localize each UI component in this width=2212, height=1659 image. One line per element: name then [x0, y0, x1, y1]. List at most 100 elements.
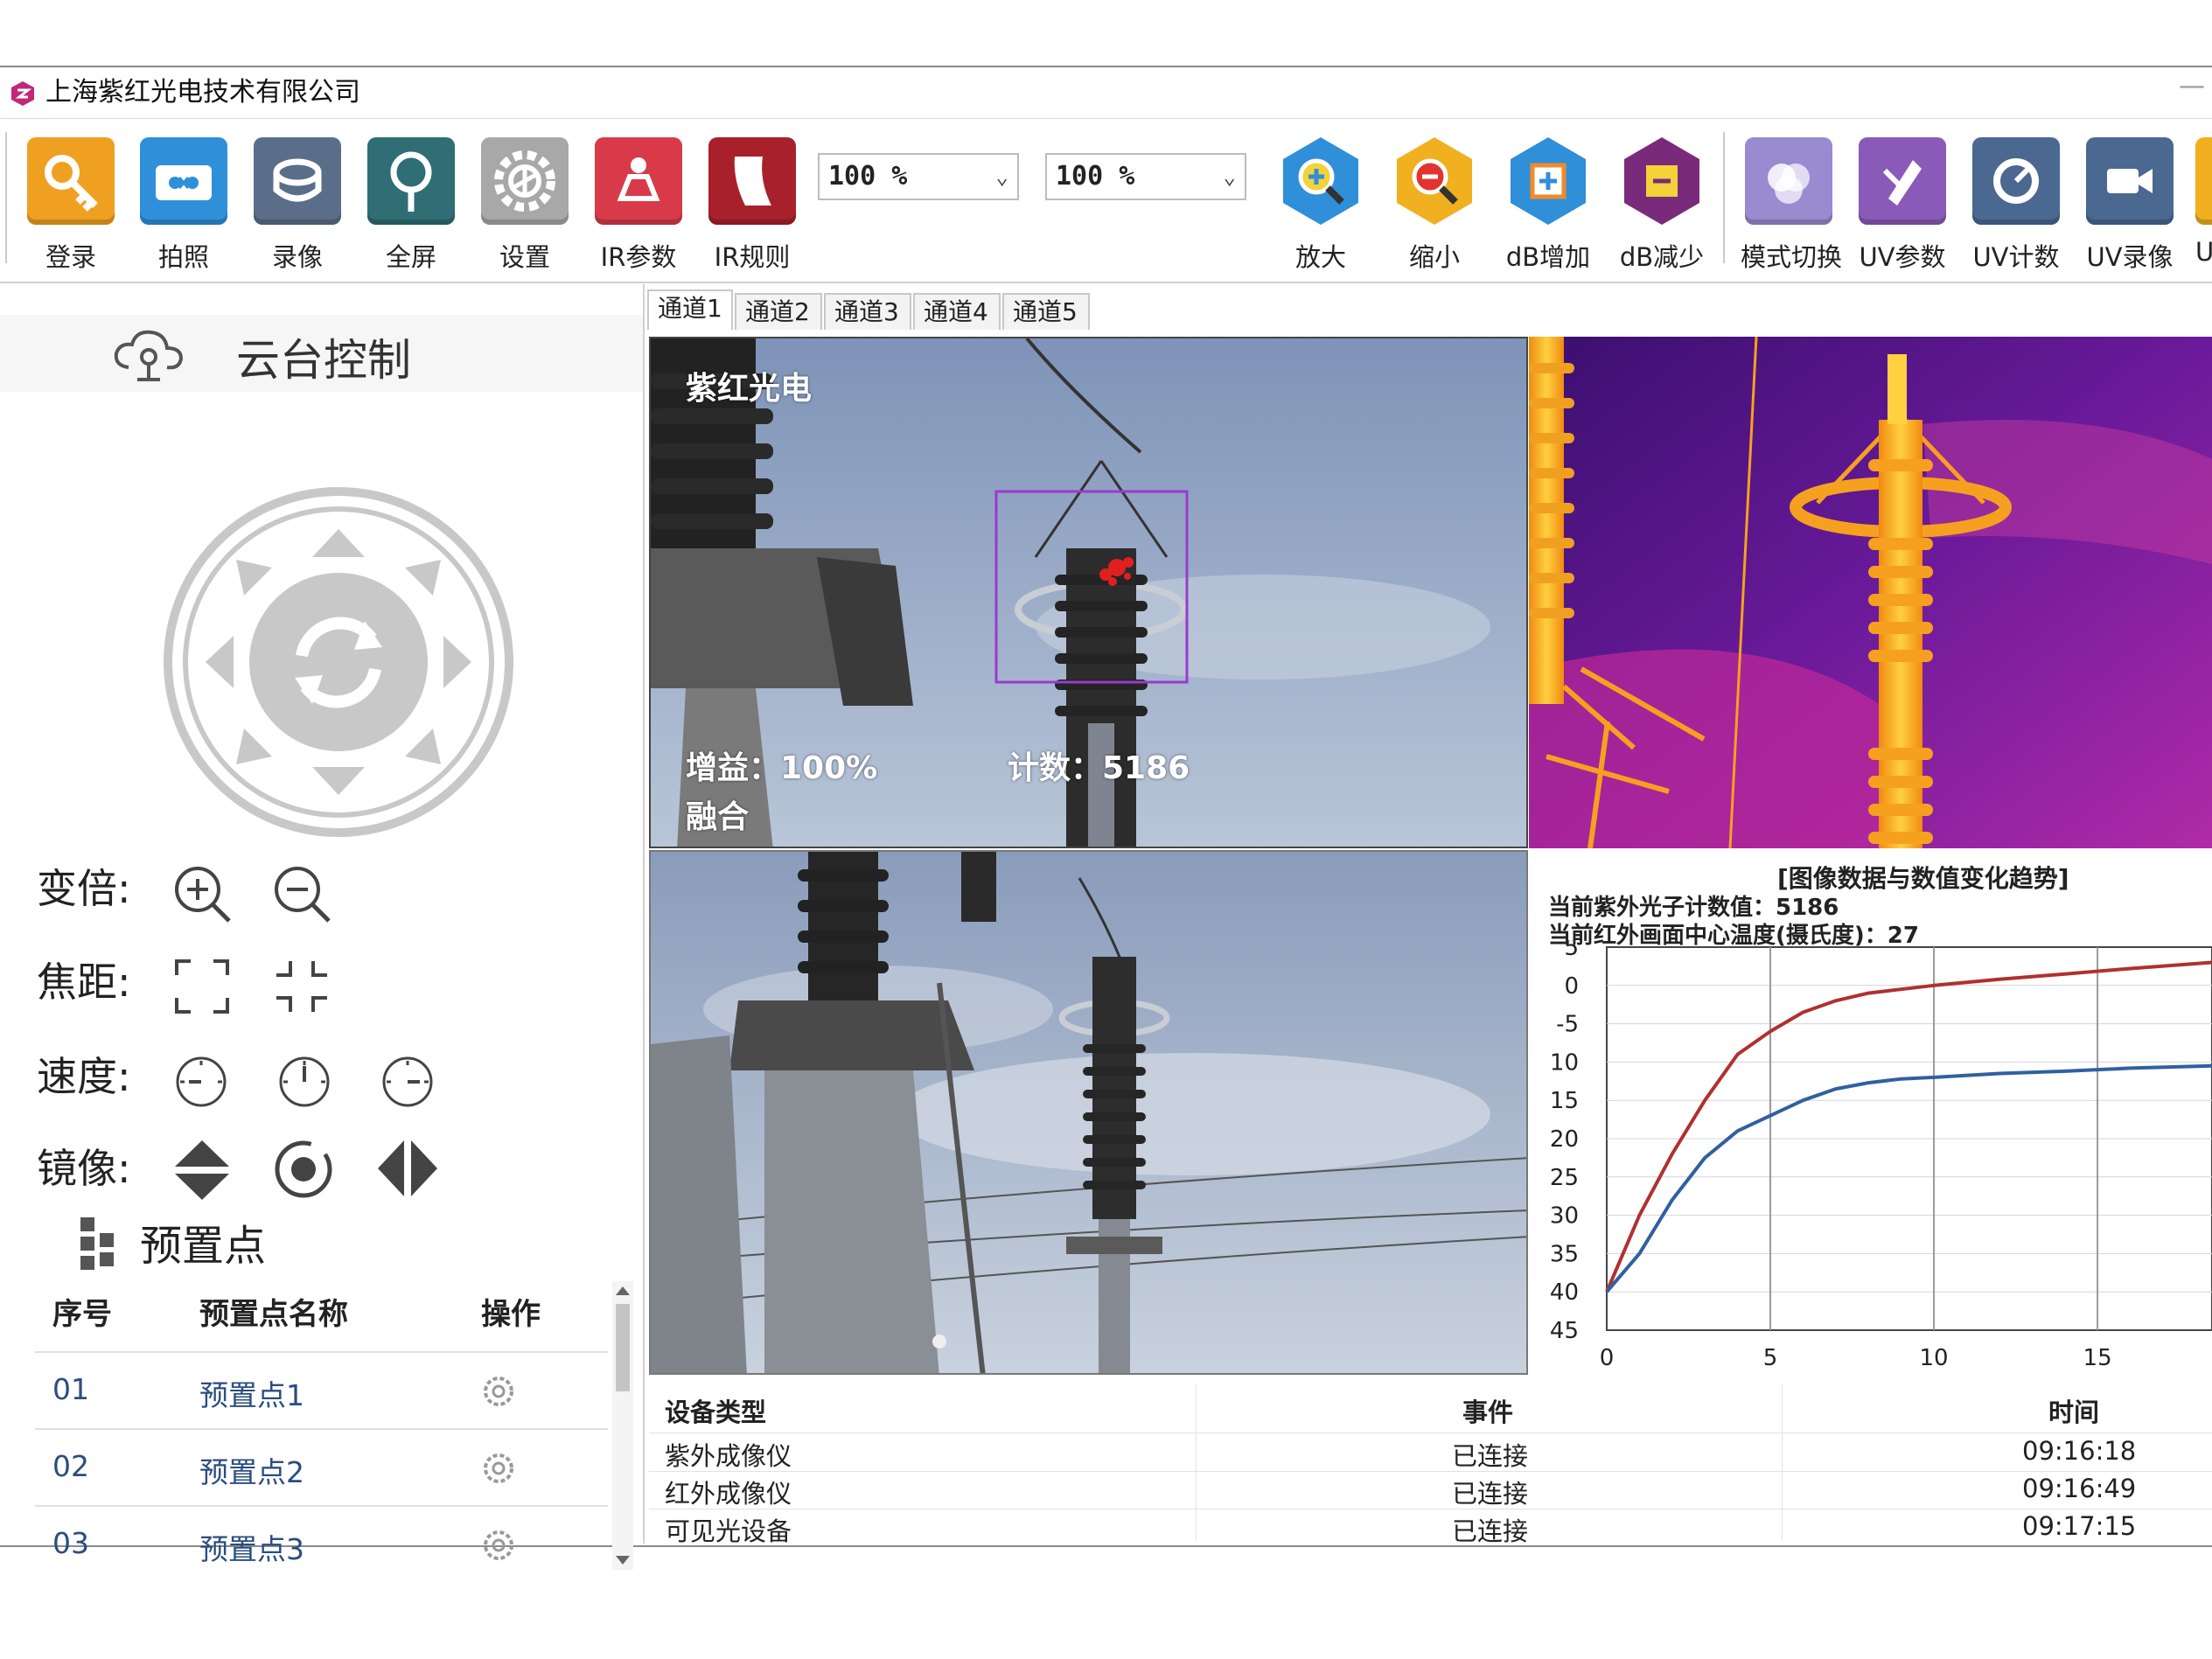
preset-no: 03 [52, 1526, 89, 1560]
tab-channel-1[interactable]: 通道1 [647, 289, 733, 330]
visible-video-view[interactable] [649, 850, 1528, 1375]
y-tick-label: 25 [1550, 1165, 1579, 1191]
db-decrease-icon [1624, 137, 1699, 225]
scroll-thumb[interactable] [616, 1304, 630, 1391]
ptz-direction-pad[interactable] [162, 485, 516, 840]
preset-name[interactable]: 预置点2 [199, 1449, 304, 1491]
flip-horizontal-icon[interactable] [374, 1137, 441, 1200]
preset-row[interactable]: 02 预置点2 [35, 1430, 608, 1507]
zoom-in-button[interactable]: 放大 [1273, 137, 1369, 274]
fullscreen-label: 全屏 [385, 242, 436, 272]
preset-row[interactable]: 01 预置点1 [35, 1353, 608, 1430]
fullscreen-icon [367, 137, 455, 225]
record-icon [254, 137, 341, 225]
minimize-button[interactable]: — [2179, 71, 2205, 101]
event-status: 已连接 [1452, 1479, 1529, 1509]
mode-switch-icon [1745, 137, 1832, 225]
y-tick-label: 35 [1550, 1241, 1579, 1267]
preset-row[interactable]: 03 预置点3 [35, 1507, 608, 1582]
tab-channel-2[interactable]: 通道2 [735, 293, 822, 330]
zoom-select-2[interactable]: 100 % ⌄ [1045, 153, 1246, 200]
count-text: 计数：5186 [1008, 750, 1190, 786]
focus-far-icon[interactable] [273, 958, 331, 1015]
preset-scrollbar[interactable] [612, 1281, 633, 1570]
snapshot-button[interactable]: 拍照 [136, 137, 232, 274]
preset-name[interactable]: 预置点3 [199, 1526, 304, 1568]
speed-slow-icon[interactable] [173, 1054, 229, 1110]
db-decrease-button[interactable]: dB减少 [1614, 137, 1710, 274]
event-col-divider [1196, 1384, 1197, 1541]
y-tick-label: 10 [1550, 1049, 1579, 1076]
tab-channel-4[interactable]: 通道4 [913, 293, 1001, 330]
gain-text: 增益：100% [686, 750, 878, 786]
ir-rules-button[interactable]: IR规则 [704, 137, 800, 274]
uv-count-button[interactable]: UV计数 [1968, 137, 2064, 274]
login-button[interactable]: 登录 [23, 137, 119, 274]
zoom-out-button[interactable]: 缩小 [1386, 137, 1483, 274]
preset-no: 02 [52, 1449, 89, 1483]
zoom-select-1[interactable]: 100 % ⌄ [818, 153, 1019, 200]
speed-medium-icon[interactable] [276, 1054, 332, 1110]
db-increase-label: dB增加 [1505, 242, 1591, 272]
uv-params-label: UV参数 [1859, 242, 1946, 272]
preset-gear-icon[interactable] [481, 1374, 516, 1409]
mode-switch-button[interactable]: 模式切换 [1741, 137, 1843, 274]
preset-title: 预置点 [140, 1222, 267, 1271]
mode-switch-label: 模式切换 [1741, 242, 1843, 272]
snapshot-label: 拍照 [157, 242, 209, 272]
speed-label: 速度: [37, 1053, 131, 1100]
uv-count-label: UV计数 [1972, 242, 2060, 272]
x-tick-label: 0 [1600, 1345, 1615, 1371]
trend-chart-panel: [图像数据与数值变化趋势] 当前紫外光子计数值：5186 当前红外画面中心温度(… [1532, 853, 2212, 1375]
event-header-type: 设备类型 [665, 1398, 767, 1427]
ptz-title: 云台控制 [236, 335, 411, 386]
preset-header-name: 预置点名称 [199, 1297, 348, 1332]
zoom-out-icon[interactable] [271, 863, 334, 926]
mirror-center-icon[interactable] [271, 1137, 336, 1202]
event-device-type: 可见光设备 [665, 1516, 792, 1546]
panel-divider [643, 284, 645, 1544]
ir-rules-label: IR规则 [714, 242, 791, 272]
camera-icon [140, 137, 227, 225]
login-label: 登录 [45, 242, 96, 272]
app-logo-icon [11, 81, 34, 106]
ptz-header: 云台控制 [0, 315, 643, 392]
preset-header-action: 操作 [481, 1297, 541, 1332]
flip-vertical-icon[interactable] [171, 1137, 233, 1203]
x-tick-label: 5 [1763, 1345, 1778, 1371]
zoom-out-icon [1397, 137, 1472, 225]
db-increase-button[interactable]: dB增加 [1500, 137, 1596, 274]
db-increase-icon [1511, 137, 1586, 225]
uv-record-button[interactable]: UV录像 [2082, 137, 2178, 274]
preset-gear-icon[interactable] [481, 1528, 516, 1563]
ir-params-button[interactable]: IR参数 [590, 137, 687, 274]
settings-button[interactable]: 设置 [477, 137, 573, 274]
fullscreen-button[interactable]: 全屏 [363, 137, 459, 274]
record-button[interactable]: 录像 [249, 137, 345, 274]
preset-gear-icon[interactable] [481, 1451, 516, 1486]
uv-params-button[interactable]: UV参数 [1854, 137, 1950, 274]
record-label: 录像 [271, 242, 323, 272]
event-col-divider [1782, 1384, 1783, 1541]
speed-fast-icon[interactable] [380, 1054, 436, 1110]
fusion-mode-text: 融合 [686, 799, 750, 835]
focus-near-icon[interactable] [173, 958, 231, 1015]
uv-params-icon [1859, 137, 1946, 225]
more-button[interactable]: U [2195, 137, 2212, 267]
video-brand-text: 紫红光电 [686, 371, 813, 407]
event-header-time: 时间 [2048, 1398, 2100, 1427]
tab-channel-3[interactable]: 通道3 [824, 293, 911, 330]
zoom-select-2-value: 100 % [1056, 161, 1135, 192]
zoom-in-icon[interactable] [171, 863, 234, 926]
zoom-out-label: 缩小 [1408, 242, 1460, 272]
focus-label: 焦距: [37, 958, 131, 1006]
gear-icon [481, 137, 569, 225]
event-header-event: 事件 [1462, 1398, 1514, 1427]
infrared-video-view[interactable] [1529, 337, 2212, 848]
y-tick-label: 45 [1550, 1318, 1579, 1344]
chevron-down-icon: ⌄ [995, 164, 1008, 189]
tab-channel-5[interactable]: 通道5 [1002, 293, 1090, 330]
preset-name[interactable]: 预置点1 [199, 1372, 304, 1414]
fused-video-view[interactable]: 紫红光电 增益：100% 计数：5186 融合 [649, 337, 1528, 848]
event-device-type: 紫外成像仪 [665, 1441, 792, 1471]
